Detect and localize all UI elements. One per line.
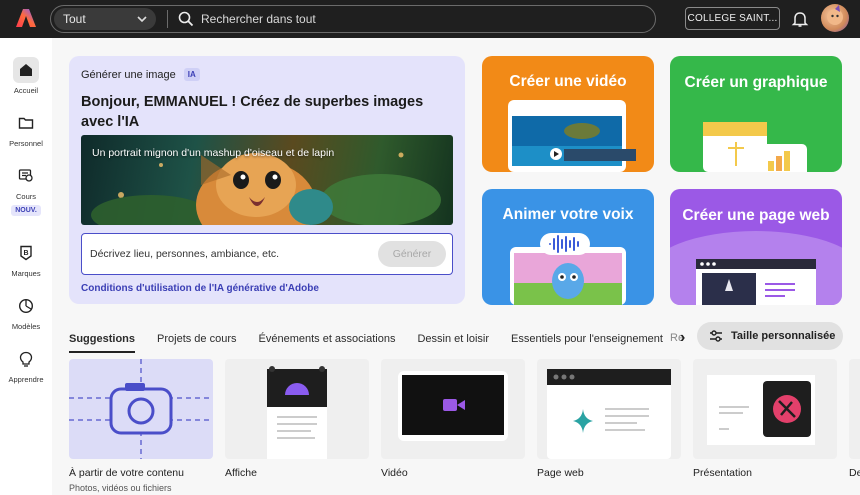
animated-character-icon [510,233,626,305]
home-icon [13,57,39,83]
organization-button[interactable]: COLLEGE SAINT... [685,7,780,30]
sidebar-item-courses[interactable]: Cours NOUV. [0,163,52,216]
webpage-preview-icon [670,231,842,305]
generate-image-card: Générer une image IA Bonjour, EMMANUEL !… [69,56,465,304]
adobe-express-logo-icon[interactable] [15,8,37,28]
tile-label: Présentation [693,467,752,479]
video-preview-icon [508,100,636,172]
camera-upload-icon [69,359,213,459]
sidebar-item-label: Cours [15,192,36,201]
user-avatar[interactable] [821,4,849,32]
prompt-field[interactable]: Décrivez lieu, personnes, ambiance, etc.… [81,233,453,275]
create-video-card[interactable]: Créer une vidéo [482,56,654,172]
ia-badge: IA [183,68,200,81]
search-divider [167,10,168,28]
tabs-scroll-right-icon[interactable]: › [680,329,685,347]
tab-course-projects[interactable]: Projets de cours [157,327,236,351]
avatar-image-icon [827,5,843,25]
tile-label: Affiche [225,467,257,479]
sidebar-item-personal[interactable]: Personnel [0,110,52,148]
sidebar-item-label: Accueil [13,86,39,95]
hero-image-caption: Un portrait mignon d'un mashup d'oiseau … [92,147,335,159]
hero-sample-image: Un portrait mignon d'un mashup d'oiseau … [81,135,453,225]
sidebar-item-label: Apprendre [8,375,44,384]
tile-label: Page web [537,467,584,479]
tab-suggestions[interactable]: Suggestions [69,327,136,353]
hero-kicker: Générer une image [81,68,176,81]
tile-presentation[interactable] [693,359,837,459]
sidebar-item-home[interactable]: Accueil [0,57,52,95]
new-badge: NOUV. [11,205,41,216]
graphic-preview-icon [703,122,807,172]
search-input[interactable]: Rechercher dans tout [201,12,316,26]
lightbulb-icon [13,346,39,372]
custom-size-label: Taille personnalisée [731,330,836,342]
tab-teaching-essentials[interactable]: Essentiels pour l'enseignement [511,327,663,351]
webpage-icon [547,369,671,459]
sidebar-item-brands[interactable]: B Marques [0,240,52,278]
prompt-input[interactable]: Décrivez lieu, personnes, ambiance, etc. [90,248,279,260]
tile-poster[interactable] [225,359,369,459]
tile-label: Vidéo [381,467,408,479]
presentation-icon [707,375,815,445]
left-sidebar: Accueil Personnel Cours NOUV. B Marques … [0,38,52,495]
hero-title: Bonjour, EMMANUEL ! Créez de superbes im… [81,94,424,130]
sidebar-item-learn[interactable]: Apprendre [0,346,52,384]
top-bar: Tout Rechercher dans tout COLLEGE SAINT.… [0,0,860,38]
tile-sublabel: Photos, vidéos ou fichiers [69,483,172,493]
course-icon [13,163,39,189]
category-tabs: Suggestions Projets de cours Événements … [69,327,685,353]
sliders-icon [710,330,722,342]
brand-icon: B [13,240,39,266]
chevron-down-icon [137,16,147,23]
tile-video[interactable] [381,359,525,459]
search-scope-label: Tout [63,12,86,26]
search-icon [178,11,194,27]
generate-button[interactable]: Générer [378,241,446,267]
folder-icon [13,110,39,136]
tile-label: À partir de votre contenu [69,467,184,479]
create-graphic-card[interactable]: Créer un graphique [670,56,842,172]
notification-bell-icon[interactable] [791,10,809,28]
sidebar-item-templates[interactable]: Modèles [0,293,52,331]
main-content: Générer une image IA Bonjour, EMMANUEL !… [52,38,860,495]
video-icon [398,371,508,441]
sidebar-item-label: Modèles [11,322,41,331]
tab-events-associations[interactable]: Événements et associations [259,327,396,351]
custom-size-button[interactable]: Taille personnalisée [697,322,843,350]
tile-from-content[interactable] [69,359,213,459]
tile-label: De [849,467,860,479]
templates-icon [13,293,39,319]
genai-terms-link[interactable]: Conditions d'utilisation de l'IA générat… [81,283,319,294]
tile-webpage[interactable] [537,359,681,459]
tab-drawing-hobby[interactable]: Dessin et loisir [417,327,489,351]
animate-voice-card[interactable]: Animer votre voix [482,189,654,305]
sidebar-item-label: Personnel [9,139,43,148]
poster-icon [267,366,327,459]
tile-partial[interactable] [849,359,860,459]
sidebar-item-label: Marques [11,269,41,278]
svg-text:B: B [23,250,28,257]
create-webpage-card[interactable]: Créer une page web [670,189,842,305]
search-scope-dropdown[interactable]: Tout [54,8,156,30]
global-search: Tout Rechercher dans tout [50,5,656,33]
